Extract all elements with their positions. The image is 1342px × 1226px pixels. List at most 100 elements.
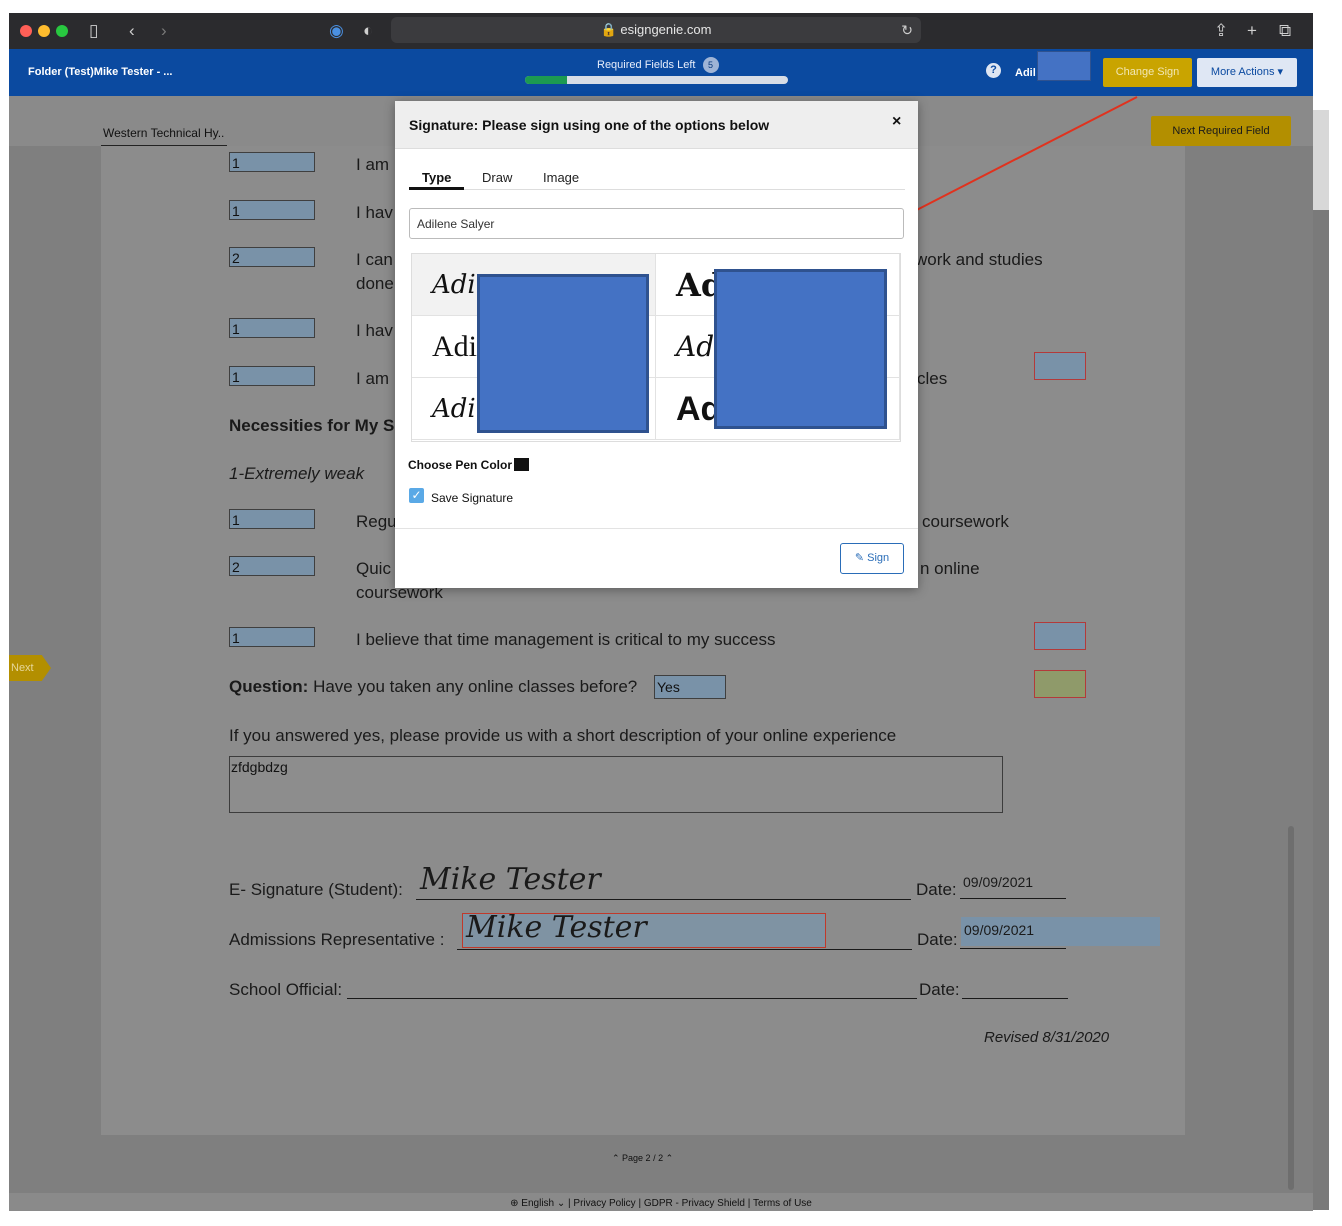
dialog-header: Signature: Please sign using one of the … [395, 101, 918, 149]
student-signature: Mike Tester [420, 862, 601, 897]
signature-line [347, 998, 917, 999]
redaction-box [477, 274, 649, 433]
next-required-field-button[interactable]: Next Required Field [1151, 116, 1291, 146]
forward-icon[interactable]: › [161, 21, 167, 41]
scale-note: 1-Extremely weak [229, 464, 365, 483]
date-line [960, 948, 1066, 949]
side-field[interactable] [1034, 622, 1086, 650]
reload-icon[interactable]: ↻ [901, 17, 913, 43]
language-selector[interactable]: ⊕ English ⌄ [510, 1198, 565, 1209]
zoom-window-button[interactable] [56, 25, 68, 37]
gdpr-link[interactable]: GDPR - Privacy Shield [644, 1198, 745, 1209]
close-window-button[interactable] [20, 25, 32, 37]
student-date: 09/09/2021 [963, 874, 1034, 890]
back-icon[interactable]: ‹ [129, 21, 135, 41]
date-label: Date: [916, 880, 957, 899]
row-text: I can [356, 250, 393, 269]
dialog-footer-divider [395, 528, 918, 529]
row-text: I am [356, 155, 390, 174]
experience-answer: zfdgbdzg [231, 759, 288, 775]
terms-link[interactable]: Terms of Use [753, 1198, 812, 1209]
tab-image[interactable]: Image [543, 170, 579, 185]
privacy-policy-link[interactable]: Privacy Policy [573, 1198, 635, 1209]
save-signature-checkbox[interactable]: ✓ [409, 488, 424, 503]
signature-line [457, 949, 912, 950]
password-manager-icon[interactable]: ◉ [329, 21, 344, 41]
page-indicator[interactable]: ⌃ Page 2 / 2 ⌃ [612, 1153, 673, 1164]
new-tab-icon[interactable]: + [1247, 21, 1257, 41]
rating-field[interactable]: 1 [229, 318, 315, 338]
side-field[interactable] [1034, 352, 1086, 380]
question-text: Have you taken any online classes before… [313, 677, 638, 696]
admissions-signature: Mike Tester [466, 910, 647, 945]
date-label: Date: [917, 930, 958, 949]
row-text: I believe that time management is critic… [356, 630, 776, 649]
address-bar[interactable]: 🔒 esigngenie.com ↻ [391, 17, 921, 43]
shield-icon[interactable]: ◐ [363, 21, 373, 41]
row-text-right: n online [920, 559, 980, 578]
share-icon[interactable]: ⇪ [1214, 21, 1228, 41]
row-text: I hav [356, 321, 393, 340]
signature-name-input[interactable] [409, 208, 904, 239]
footer: ⊕ English ⌄ | Privacy Policy | GDPR - Pr… [9, 1193, 1313, 1211]
admissions-label: Admissions Representative : [229, 930, 445, 949]
url-text: 🔒 esigngenie.com [600, 22, 712, 37]
revised-note: Revised 8/31/2020 [984, 1029, 1110, 1046]
rating-field[interactable]: 1 [229, 152, 315, 172]
redaction-box [714, 269, 887, 429]
more-actions-button[interactable]: More Actions ▾ [1197, 58, 1297, 87]
required-fields-progress-fill [525, 76, 568, 84]
signature-line [416, 899, 911, 900]
row-text-right: cles [917, 369, 948, 388]
row-text: Quic [356, 559, 391, 578]
rating-field[interactable]: 1 [229, 509, 315, 529]
tabs-overview-icon[interactable]: ⧉ [1279, 21, 1291, 41]
question-answer: Yes [657, 679, 680, 695]
date-line [960, 898, 1066, 899]
help-icon[interactable]: ? [986, 63, 1001, 78]
app-header: Folder (Test)Mike Tester - ... Required … [9, 49, 1313, 96]
tabs-divider [409, 189, 905, 190]
sidebar-icon[interactable]: ▯ [89, 21, 98, 41]
document-tab[interactable]: Western Technical Hy.. [103, 126, 224, 140]
row-text: I hav [356, 203, 393, 222]
student-signature-label: E- Signature (Student): [229, 880, 403, 899]
rating-field[interactable]: 1 [229, 627, 315, 647]
rating-field[interactable]: 2 [229, 247, 315, 267]
dialog-title: Signature: Please sign using one of the … [409, 117, 770, 133]
required-fields-progress-bar [525, 76, 788, 84]
row-text: Regu [356, 512, 397, 531]
rating-field[interactable]: 1 [229, 366, 315, 386]
close-icon[interactable]: × [892, 113, 901, 131]
minimize-window-button[interactable] [38, 25, 50, 37]
window-edge [1313, 210, 1329, 1210]
row-text-continued: done [356, 274, 394, 293]
admissions-date: 09/09/2021 [964, 922, 1035, 938]
question-line: Question: Have you taken any online clas… [229, 677, 637, 697]
side-field[interactable] [1034, 670, 1086, 698]
row-text-right: coursework [922, 512, 1009, 531]
user-name[interactable]: Adil [1015, 67, 1036, 79]
sign-button[interactable]: ✎ Sign [840, 543, 904, 574]
browser-toolbar: ▯ ‹ › ◉ ◐ 🔒 esigngenie.com ↻ ⇪ + ⧉ [9, 13, 1313, 49]
pen-color-swatch[interactable] [514, 458, 529, 471]
change-sign-button[interactable]: Change Sign [1103, 58, 1192, 87]
active-tab-indicator [409, 187, 464, 190]
rating-field[interactable]: 2 [229, 556, 315, 576]
row-text-right: work and studies [915, 250, 1043, 269]
tab-draw[interactable]: Draw [482, 170, 512, 185]
required-fields-indicator: Required Fields Left 5 [597, 57, 719, 73]
pen-color-label: Choose Pen Color [408, 458, 513, 472]
rating-field[interactable]: 1 [229, 200, 315, 220]
redaction-box [1037, 51, 1091, 81]
tab-type[interactable]: Type [422, 170, 451, 185]
signature-dialog: Signature: Please sign using one of the … [395, 101, 918, 588]
school-official-label: School Official: [229, 980, 343, 999]
required-fields-label: Required Fields Left [597, 58, 696, 71]
window-edge [1313, 110, 1329, 210]
experience-textarea[interactable]: zfdgbdzg [229, 756, 1003, 813]
row-text: I am [356, 369, 390, 388]
question-answer-field[interactable]: Yes [654, 675, 726, 699]
section-heading: Necessities for My Su [229, 416, 405, 435]
scrollbar[interactable] [1288, 826, 1294, 1190]
